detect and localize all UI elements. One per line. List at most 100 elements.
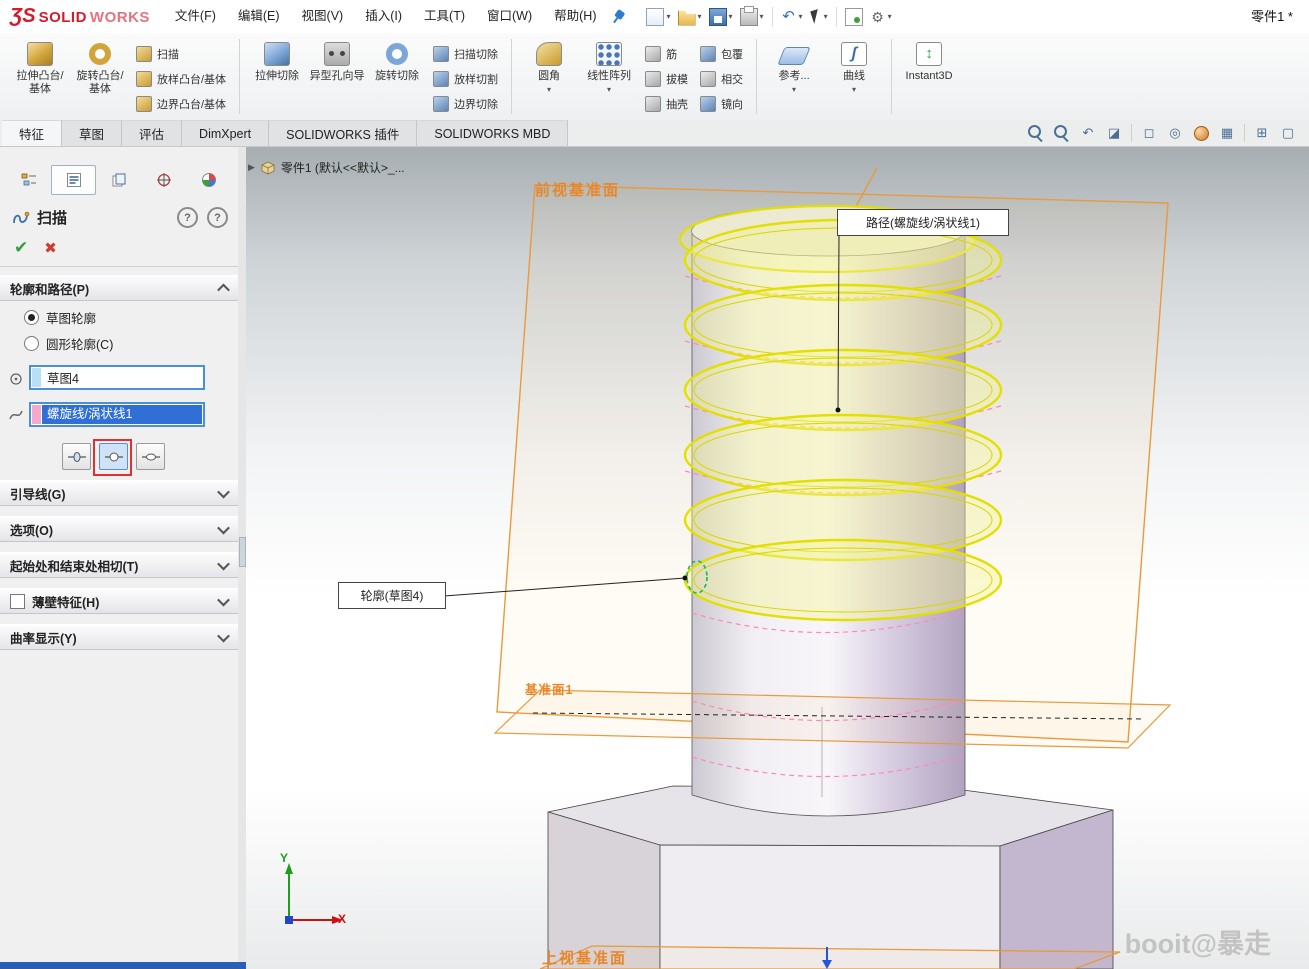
shell-button[interactable]: 抽壳 — [643, 95, 690, 113]
chevron-down-icon[interactable]: ▾ — [888, 12, 892, 21]
profile-selection-box[interactable]: 草图4 — [29, 365, 205, 390]
new-document-button[interactable]: ▾ — [643, 6, 673, 28]
section-thin-feature[interactable]: 薄壁特征(H) — [0, 588, 238, 614]
tab-evaluate[interactable]: 评估 — [122, 120, 182, 146]
fullscreen-icon[interactable]: ▢ — [1279, 124, 1297, 142]
sketch-profile-radio[interactable] — [24, 310, 39, 325]
display-manager-tab[interactable] — [187, 165, 232, 195]
circular-profile-radio[interactable] — [24, 336, 39, 351]
tab-sketch[interactable]: 草图 — [62, 120, 122, 146]
revolved-boss-button[interactable]: 旋转凸台/基体 — [70, 37, 130, 97]
path-color-swatch — [32, 405, 41, 424]
mirror-button[interactable]: 镜向 — [698, 95, 745, 113]
open-button[interactable]: ▾ — [675, 6, 705, 28]
options-button[interactable]: ⚙▾ — [867, 7, 895, 27]
chevron-down-icon[interactable]: ▾ — [760, 12, 764, 21]
chevron-down-icon[interactable]: ▾ — [729, 12, 733, 21]
save-button[interactable]: ▾ — [706, 6, 736, 28]
property-manager-tab[interactable] — [51, 165, 96, 195]
section-options[interactable]: 选项(O) — [0, 516, 238, 542]
boundary-cut-button[interactable]: 边界切除 — [431, 95, 500, 113]
apply-scene-icon[interactable]: ▦ — [1218, 124, 1236, 142]
wrap-button[interactable]: 包覆 — [698, 45, 745, 63]
chevron-down-icon[interactable]: ▾ — [824, 12, 828, 21]
print-button[interactable]: ▾ — [737, 6, 767, 28]
revolved-cut-button[interactable]: 旋转切除 — [367, 37, 427, 85]
section-curvature-display[interactable]: 曲率显示(Y) — [0, 624, 238, 650]
tab-solidworks-mbd[interactable]: SOLIDWORKS MBD — [417, 120, 568, 146]
dimxpert-manager-tab[interactable] — [142, 165, 187, 195]
feature-tree-flyout[interactable]: ▶ 零件1 (默认<<默认>_... — [248, 159, 405, 176]
lofted-boss-button[interactable]: 放样凸台/基体 — [134, 70, 228, 88]
swept-boss-button[interactable]: 扫描 — [134, 45, 228, 63]
section-view-icon[interactable]: ◪ — [1105, 124, 1123, 142]
chevron-down-icon[interactable]: ▾ — [666, 12, 670, 21]
linear-pattern-button[interactable]: 线性阵列 ▾ — [579, 37, 639, 98]
section-start-end-tangency[interactable]: 起始处和结束处相切(T) — [0, 552, 238, 578]
path-selection-box[interactable]: 螺旋线/涡状线1 — [29, 402, 205, 427]
chevron-down-icon[interactable]: ▾ — [852, 84, 856, 97]
sweep-preview-helix[interactable] — [680, 206, 1001, 620]
fillet-icon — [536, 41, 562, 67]
extruded-boss-button[interactable]: 拉伸凸台/基体 — [10, 37, 70, 97]
pushpin-help-icon[interactable]: ? — [177, 207, 198, 228]
feature-tree-root[interactable]: 零件1 (默认<<默认>_... — [281, 159, 405, 176]
select-button[interactable]: ▾ — [807, 7, 831, 26]
zoom-area-icon[interactable] — [1053, 124, 1071, 142]
chevron-down-icon[interactable]: ▾ — [698, 12, 702, 21]
reference-geometry-button[interactable]: 参考... ▾ — [764, 37, 824, 98]
menu-window[interactable]: 窗口(W) — [476, 0, 543, 33]
tab-dimxpert[interactable]: DimXpert — [182, 120, 269, 146]
extruded-cut-button[interactable]: 拉伸切除 — [247, 37, 307, 85]
menu-view[interactable]: 视图(V) — [291, 0, 355, 33]
feature-manager-tab[interactable] — [6, 165, 51, 195]
path-icon — [8, 407, 24, 423]
menu-help[interactable]: 帮助(H) — [543, 0, 607, 33]
tab-solidworks-addins[interactable]: SOLIDWORKS 插件 — [269, 120, 417, 146]
flyout-arrow-icon[interactable]: ▶ — [248, 162, 255, 173]
configuration-manager-tab[interactable] — [96, 165, 141, 195]
curves-button[interactable]: ʃ 曲线 ▾ — [824, 37, 884, 98]
instant3d-button[interactable]: ↕ Instant3D — [899, 37, 959, 85]
help-icon[interactable]: ? — [207, 207, 228, 228]
display-style-icon[interactable]: ◻ — [1140, 124, 1158, 142]
orientation-button-3[interactable] — [136, 443, 165, 470]
menu-tools[interactable]: 工具(T) — [413, 0, 476, 33]
chevron-down-icon[interactable]: ▾ — [792, 84, 796, 97]
menu-insert[interactable]: 插入(I) — [354, 0, 413, 33]
thin-feature-checkbox[interactable] — [10, 594, 25, 609]
chevron-down-icon — [217, 485, 230, 498]
menu-file[interactable]: 文件(F) — [164, 0, 227, 33]
orientation-button-1[interactable] — [62, 443, 91, 470]
tab-features[interactable]: 特征 — [2, 120, 62, 146]
hide-show-items-icon[interactable]: ◎ — [1166, 124, 1184, 142]
mirror-icon — [700, 96, 716, 112]
hole-wizard-button[interactable]: 异型孔向导 — [307, 37, 367, 85]
edit-appearance-icon[interactable] — [1192, 124, 1210, 142]
chevron-down-icon[interactable]: ▾ — [547, 84, 551, 97]
menu-edit[interactable]: 编辑(E) — [227, 0, 291, 33]
chevron-down-icon[interactable]: ▾ — [607, 84, 611, 97]
fillet-button[interactable]: 圆角 ▾ — [519, 37, 579, 98]
chevron-down-icon[interactable]: ▾ — [799, 12, 803, 21]
pin-menu-icon[interactable] — [609, 7, 628, 26]
ok-button[interactable]: ✔ — [14, 238, 28, 258]
section-profile-and-path[interactable]: 轮廓和路径(P) — [0, 275, 238, 301]
rebuild-button[interactable] — [842, 6, 866, 28]
shell-icon — [645, 96, 661, 112]
graphics-area[interactable]: ▶ 零件1 (默认<<默认>_... 前视基准面 基准面1 上视基准面 路径(螺… — [246, 147, 1309, 969]
lofted-cut-button[interactable]: 放样切割 — [431, 70, 500, 88]
undo-button[interactable]: ↶▾ — [778, 7, 806, 27]
cancel-button[interactable]: ✖ — [44, 239, 57, 257]
top-plane-label: 上视基准面 — [542, 947, 627, 968]
rib-button[interactable]: 筋 — [643, 45, 690, 63]
section-guide-curves[interactable]: 引导线(G) — [0, 480, 238, 506]
view-orientation-icon[interactable]: ⊞ — [1253, 124, 1271, 142]
intersect-button[interactable]: 相交 — [698, 70, 745, 88]
swept-cut-button[interactable]: 扫描切除 — [431, 45, 500, 63]
boundary-boss-button[interactable]: 边界凸台/基体 — [134, 95, 228, 113]
draft-button[interactable]: 拔模 — [643, 70, 690, 88]
orientation-button-2[interactable] — [99, 443, 128, 470]
zoom-fit-icon[interactable] — [1027, 124, 1045, 142]
previous-view-icon[interactable]: ↶ — [1079, 124, 1097, 142]
